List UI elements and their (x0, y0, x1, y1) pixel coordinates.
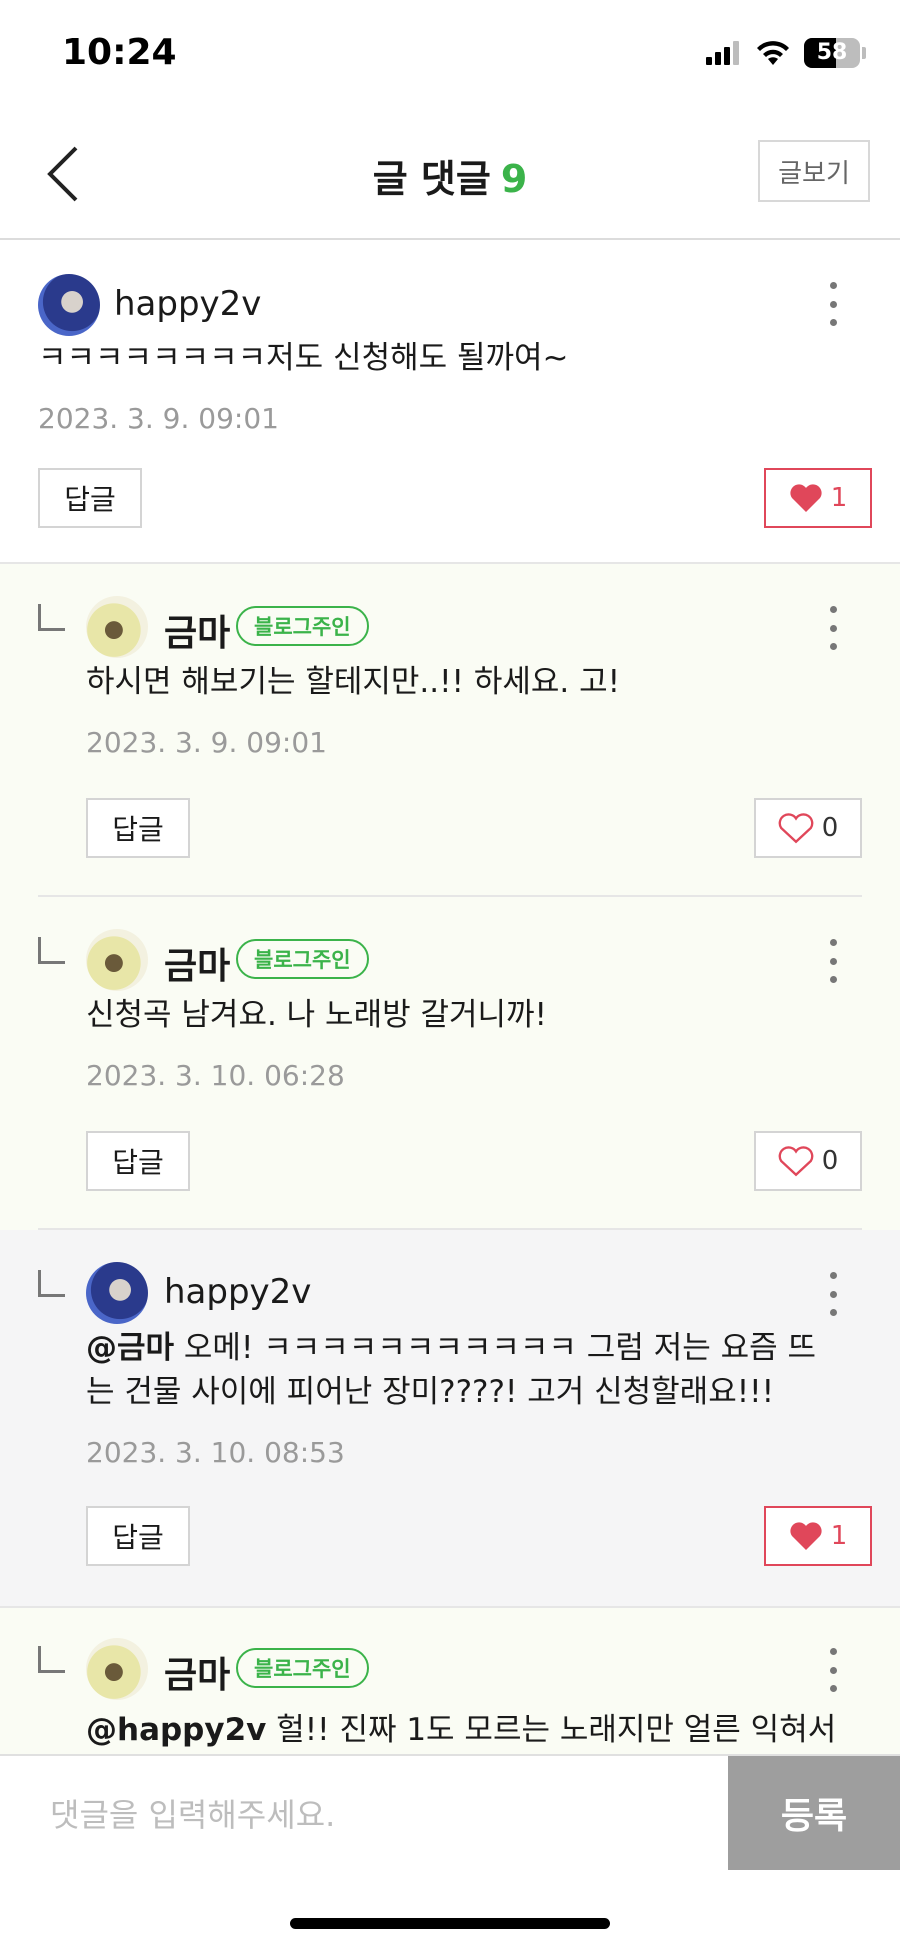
comment-item: happy2v @금마 오메! ㅋㅋㅋㅋㅋㅋㅋㅋㅋㅋㅋ 그럼 저는 요즘 뜨 는… (0, 1230, 900, 1606)
reply-button[interactable]: 답글 (86, 1506, 190, 1566)
reply-button[interactable]: 답글 (38, 468, 142, 528)
battery-tip (862, 47, 866, 59)
comment-text-body: 헐!! 진짜 1도 모르는 노래지만 얼른 익혀서 (266, 1712, 837, 1748)
owner-badge: 블로그주인 (236, 939, 369, 979)
comment-item: happy2v ㅋㅋㅋㅋㅋㅋㅋㅋ저도 신청해도 될까여~ 2023. 3. 9.… (0, 240, 900, 564)
avatar[interactable] (86, 1262, 148, 1324)
more-vertical-icon[interactable] (828, 939, 838, 983)
reply-arrow-icon (38, 604, 65, 631)
comment-date: 2023. 3. 10. 06:28 (86, 1059, 345, 1092)
home-indicator[interactable] (290, 1918, 610, 1929)
comment-date: 2023. 3. 9. 09:01 (38, 402, 279, 435)
like-button[interactable]: 1 (764, 468, 872, 528)
comment-nickname[interactable]: 금마 (164, 604, 230, 656)
mention[interactable]: @happy2v (86, 1712, 266, 1748)
avatar[interactable] (86, 1638, 148, 1700)
like-count: 0 (821, 813, 839, 843)
comment-count: 9 (500, 157, 528, 201)
signal-icon (706, 41, 739, 65)
reply-arrow-icon (38, 1646, 65, 1673)
like-count: 1 (830, 1521, 848, 1551)
comment-text: @happy2v 헐!! 진짜 1도 모르는 노래지만 얼른 익혀서 (86, 1708, 836, 1752)
more-vertical-icon[interactable] (828, 1648, 838, 1692)
comment-item: 금마 블로그주인 @happy2v 헐!! 진짜 1도 모르는 노래지만 얼른 … (0, 1606, 900, 1754)
like-count: 0 (821, 1146, 839, 1176)
like-count: 1 (830, 483, 848, 513)
comment-date: 2023. 3. 9. 09:01 (86, 726, 327, 759)
avatar[interactable] (86, 596, 148, 658)
status-time: 10:24 (62, 32, 177, 73)
comment-text-line2: 는 건물 사이에 피어난 장미????! 고거 신청할래요!!! (86, 1374, 775, 1410)
more-vertical-icon[interactable] (828, 606, 838, 650)
comment-nickname[interactable]: happy2v (164, 1272, 311, 1312)
view-post-button[interactable]: 글보기 (758, 140, 870, 202)
battery-level: 58 (816, 40, 848, 65)
comment-nickname[interactable]: happy2v (114, 284, 261, 324)
heart-icon (790, 1522, 822, 1550)
comment-input[interactable] (48, 1784, 692, 1846)
like-button[interactable]: 1 (764, 1506, 872, 1566)
status-bar: 10:24 58 (0, 0, 900, 110)
owner-badge: 블로그주인 (236, 606, 369, 646)
comment-text: 신청곡 남겨요. 나 노래방 갈거니까! (86, 997, 547, 1033)
comment-item: 금마 블로그주인 하시면 해보기는 할테지만..!! 하세요. 고! 2023.… (0, 564, 900, 897)
page-title-text: 글 댓글 (372, 157, 491, 201)
heart-icon (790, 484, 822, 512)
avatar[interactable] (38, 274, 100, 336)
heart-icon (778, 813, 814, 844)
avatar[interactable] (86, 929, 148, 991)
comment-text-line1: 오메! ㅋㅋㅋㅋㅋㅋㅋㅋㅋㅋㅋ 그럼 저는 요즘 뜨 (174, 1330, 816, 1366)
battery-icon: 58 (804, 38, 860, 68)
comment-text: @금마 오메! ㅋㅋㅋㅋㅋㅋㅋㅋㅋㅋㅋ 그럼 저는 요즘 뜨 는 건물 사이에 … (86, 1326, 866, 1414)
comment-nickname[interactable]: 금마 (164, 1646, 230, 1698)
comment-date: 2023. 3. 10. 08:53 (86, 1436, 345, 1469)
heart-icon (778, 1146, 814, 1177)
mention[interactable]: @금마 (86, 1330, 174, 1366)
wifi-icon (757, 41, 789, 65)
reply-arrow-icon (38, 937, 65, 964)
more-vertical-icon[interactable] (828, 282, 838, 326)
reply-button[interactable]: 답글 (86, 798, 190, 858)
comment-text: ㅋㅋㅋㅋㅋㅋㅋㅋ저도 신청해도 될까여~ (38, 340, 569, 376)
submit-button[interactable]: 등록 (728, 1756, 900, 1870)
owner-badge: 블로그주인 (236, 1648, 369, 1688)
reply-arrow-icon (38, 1270, 65, 1297)
like-button[interactable]: 0 (754, 1131, 862, 1191)
comment-item: 금마 블로그주인 신청곡 남겨요. 나 노래방 갈거니까! 2023. 3. 1… (0, 897, 900, 1230)
comment-text: 하시면 해보기는 할테지만..!! 하세요. 고! (86, 664, 621, 700)
header: 글 댓글 9 글보기 (0, 110, 900, 240)
divider (0, 1606, 900, 1608)
more-vertical-icon[interactable] (828, 1272, 838, 1316)
status-icons: 58 (706, 38, 866, 68)
comment-input-bar: 등록 (0, 1754, 900, 1870)
comment-nickname[interactable]: 금마 (164, 937, 230, 989)
comment-list: happy2v ㅋㅋㅋㅋㅋㅋㅋㅋ저도 신청해도 될까여~ 2023. 3. 9.… (0, 240, 900, 1754)
like-button[interactable]: 0 (754, 798, 862, 858)
reply-button[interactable]: 답글 (86, 1131, 190, 1191)
